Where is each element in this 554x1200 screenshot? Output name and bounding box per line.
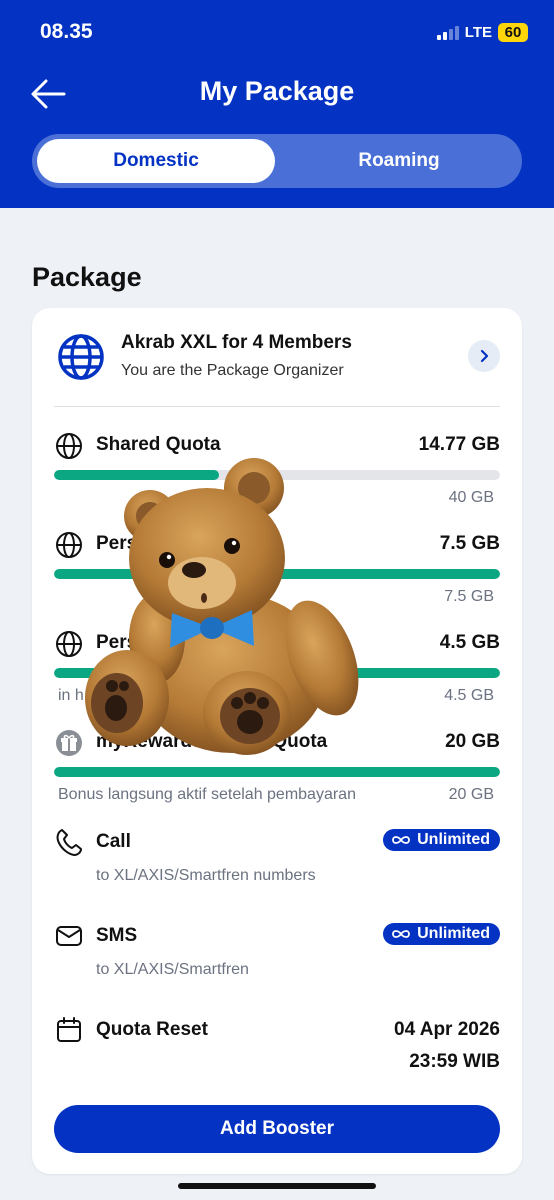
quota-reset-date: 04 Apr 2026 [394,1019,500,1040]
quota-total: 20 GB [448,786,494,803]
header: 08.35 LTE 60 My Package Domestic Roaming [0,0,554,208]
globe-icon [58,334,104,380]
package-role: You are the Package Organizer [121,362,344,379]
quota-total: 40 GB [448,489,494,506]
unlimited-badge: Unlimited [383,829,500,851]
page-title: My Package [199,76,355,106]
tab-domestic[interactable]: Domestic [37,139,275,183]
quota-total: 4.5 GB [444,687,494,704]
quota-total: 7.5 GB [444,588,494,605]
quota-value: 7.5 GB [439,533,500,554]
calendar-icon [57,1017,81,1042]
divider [54,406,500,407]
badge-label: Unlimited [417,925,490,942]
quota-reset-label: Quota Reset [96,1019,208,1040]
phone-icon [56,829,82,856]
badge-label: Unlimited [417,831,490,848]
envelope-icon [56,926,82,946]
globe-icon [56,433,82,459]
battery-icon: 60 [498,23,528,42]
service-subtitle: to XL/AXIS/Smartfren [96,961,249,978]
package-name: Akrab XXL for 4 Members [121,332,352,353]
tab-roaming[interactable]: Roaming [280,139,518,183]
section-title: Package [32,262,142,292]
quota-label: Shared Quota [96,434,221,455]
status-time: 08.35 [40,20,93,43]
unlimited-badge: Unlimited [383,923,500,945]
quota-note: Bonus langsung aktif setelah pembayaran [58,786,356,803]
quota-value: 14.77 GB [418,434,500,455]
service-label: SMS [96,925,138,946]
signal-icon [436,25,459,40]
home-indicator [178,1183,376,1189]
quota-value: 4.5 GB [439,632,500,653]
network-type: LTE [464,24,492,41]
status-indicators: LTE 60 [436,23,528,42]
add-booster-button[interactable]: Add Booster [54,1105,500,1153]
infinity-icon [392,930,411,938]
quota-progress-fill [54,767,500,777]
teddy-bear-sticker [85,458,359,755]
tab-bar: Domestic Roaming [32,134,522,188]
service-label: Call [96,831,131,852]
quota-value: 20 GB [445,731,500,752]
chevron-right-icon [480,349,489,363]
quota-progress-bar [54,767,500,777]
infinity-icon [392,836,411,844]
quota-reset-time: 23:59 WIB [409,1051,500,1072]
service-subtitle: to XL/AXIS/Smartfren numbers [96,867,316,884]
package-detail-button[interactable] [468,340,500,372]
